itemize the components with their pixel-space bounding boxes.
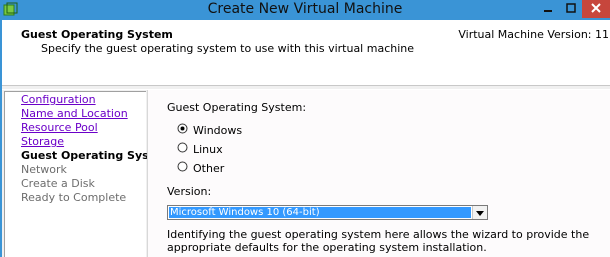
minimize-icon: [543, 3, 553, 16]
nav-step-network: Network: [21, 163, 67, 176]
minimize-button[interactable]: [536, 0, 559, 18]
nav-step-name-and-location[interactable]: Name and Location: [21, 107, 128, 120]
nav-step-configuration[interactable]: Configuration: [21, 93, 96, 106]
radio-other[interactable]: [177, 161, 188, 172]
radio-linux[interactable]: [177, 142, 188, 153]
version-selected-value: Microsoft Windows 10 (64-bit): [169, 207, 471, 218]
nav-step-create-disk: Create a Disk: [21, 177, 95, 190]
guest-os-panel: Guest Operating System: Windows Linux Ot…: [147, 90, 610, 257]
page-subtitle: Specify the guest operating system to us…: [41, 42, 415, 55]
radio-windows[interactable]: [177, 123, 188, 134]
chevron-down-icon: [476, 206, 484, 219]
version-label: Version:: [167, 185, 212, 198]
version-dropdown[interactable]: Microsoft Windows 10 (64-bit): [167, 205, 488, 220]
dropdown-arrow-button[interactable]: [472, 206, 487, 219]
nav-step-resource-pool[interactable]: Resource Pool: [21, 121, 98, 134]
guest-os-label: Guest Operating System:: [167, 101, 307, 114]
title-bar: Create New Virtual Machine: [0, 0, 610, 20]
radio-other-label[interactable]: Other: [193, 162, 224, 175]
page-title: Guest Operating System: [21, 28, 173, 41]
close-button[interactable]: [582, 0, 610, 18]
maximize-button[interactable]: [559, 0, 582, 18]
wizard-steps-nav: Configuration Name and Location Resource…: [4, 91, 173, 257]
vm-version-label: Virtual Machine Version: 11: [458, 28, 609, 41]
wizard-header: Guest Operating System Specify the guest…: [2, 20, 610, 86]
radio-windows-label[interactable]: Windows: [193, 124, 242, 137]
nav-step-ready-to-complete: Ready to Complete: [21, 191, 127, 204]
close-icon: [591, 2, 601, 16]
guest-os-description: Identifying the guest operating system h…: [167, 228, 590, 254]
maximize-icon: [565, 2, 576, 16]
nav-step-storage[interactable]: Storage: [21, 135, 64, 148]
radio-linux-label[interactable]: Linux: [193, 143, 223, 156]
wizard-body: Configuration Name and Location Resource…: [2, 86, 610, 257]
window-title: Create New Virtual Machine: [207, 1, 403, 17]
